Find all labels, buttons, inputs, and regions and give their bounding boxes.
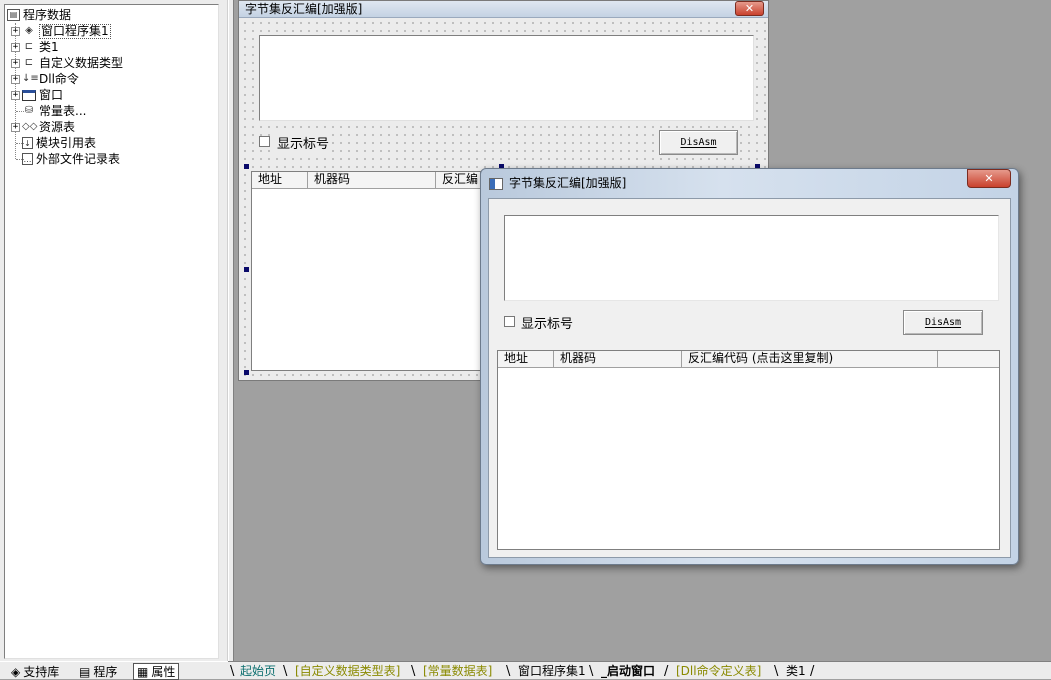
design-disasm-button[interactable]: DisAsm: [659, 130, 738, 155]
library-icon: ◈: [11, 664, 21, 679]
class-icon: ⊏: [24, 41, 34, 52]
tab-separator: \: [589, 664, 594, 679]
left-panel: ▤ 程序数据 + ◈ 窗口程序集1 + ⊏ 类1 + ⊏ 自定义数据类型 + ↓…: [0, 0, 228, 661]
design-show-labels-checkbox[interactable]: [259, 136, 270, 147]
document-tabs: \ 起始页 \ [自定义数据类型表] \ [常量数据表] \ 窗口程序集1 \ …: [228, 661, 1051, 679]
tree-item-label: Dll命令: [39, 72, 79, 86]
doc-tab-startup-window[interactable]: _启动窗口: [601, 663, 655, 680]
list-header: 地址 机器码 反汇编代码 (点击这里复制): [498, 351, 999, 368]
column-header-machine-code[interactable]: 机器码: [554, 351, 682, 367]
tab-separator: /: [810, 664, 815, 679]
tab-support-library[interactable]: ◈ 支持库: [8, 663, 62, 680]
design-checkbox-label: 显示标号: [276, 133, 331, 152]
doc-tab-assembly[interactable]: 窗口程序集1: [518, 663, 586, 680]
constants-icon: ⛁: [24, 105, 34, 116]
panel-splitter[interactable]: [228, 0, 234, 661]
close-button[interactable]: ✕: [735, 1, 764, 16]
external-file-icon: …: [22, 153, 33, 165]
tree-item-datatype[interactable]: + ⊏ 自定义数据类型: [11, 55, 123, 71]
tree-item-label: 常量表...: [39, 104, 87, 118]
disasm-listview[interactable]: 地址 机器码 反汇编代码 (点击这里复制): [497, 350, 1000, 550]
tree-item-resources[interactable]: + ◇◇ 资源表: [11, 119, 75, 135]
resize-handle[interactable]: [244, 164, 249, 169]
window-title: 字节集反汇编[加强版]: [509, 176, 627, 190]
design-form-titlebar[interactable]: 字节集反汇编[加强版] ✕: [239, 1, 768, 18]
preview-window[interactable]: 字节集反汇编[加强版] ✕ 显示标号 DisAsm 地址 机器码 反汇编代码 (…: [480, 168, 1019, 565]
window-client: 显示标号 DisAsm 地址 机器码 反汇编代码 (点击这里复制): [488, 198, 1011, 558]
column-header[interactable]: 地址: [252, 172, 308, 188]
tree-item-label: 自定义数据类型: [39, 56, 124, 70]
tree-item-external-file[interactable]: … 外部文件记录表: [22, 151, 120, 167]
tree-item-label: 窗口程序集1: [39, 23, 111, 39]
assembly-icon: ◈: [25, 25, 33, 36]
doc-tab-class1[interactable]: 类1: [786, 663, 806, 680]
properties-icon: ▦: [137, 664, 149, 679]
datatype-icon: ⊏: [24, 57, 34, 68]
expand-icon[interactable]: +: [11, 42, 20, 52]
resources-icon: ◇◇: [22, 121, 38, 132]
column-header-extra[interactable]: [938, 351, 999, 367]
column-header[interactable]: 机器码: [308, 172, 436, 188]
tree-item-dll[interactable]: + ↓≡ Dll命令: [11, 71, 79, 87]
tab-separator: \: [506, 664, 511, 679]
tree-item-label: 外部文件记录表: [36, 152, 121, 166]
tree-item-label: 资源表: [39, 120, 76, 134]
column-header-disasm[interactable]: 反汇编代码 (点击这里复制): [682, 351, 938, 367]
checkbox-label: 显示标号: [521, 317, 574, 332]
tree-item-window[interactable]: + 窗口: [11, 87, 63, 103]
tree-root[interactable]: ▤ 程序数据: [7, 7, 71, 23]
close-icon: ✕: [744, 2, 755, 15]
tab-properties[interactable]: ▦ 属性: [133, 663, 180, 680]
expand-icon[interactable]: +: [11, 90, 20, 100]
doc-tab-start-page[interactable]: 起始页: [240, 663, 276, 680]
tree-item-constants[interactable]: ⛁ 常量表...: [22, 103, 87, 119]
tab-label: 属性: [151, 664, 176, 679]
design-text-box[interactable]: [259, 35, 754, 121]
column-header[interactable]: 反汇编: [436, 172, 480, 188]
tree-item-label: 窗口: [39, 88, 64, 102]
tree-item-module-ref[interactable]: ↓ 模块引用表: [22, 135, 96, 151]
module-ref-icon: ↓: [22, 137, 33, 149]
tab-separator: \: [230, 664, 235, 679]
close-icon: ✕: [984, 172, 994, 185]
doc-tab-constants[interactable]: [常量数据表]: [423, 663, 492, 680]
window-close-button[interactable]: ✕: [967, 169, 1011, 188]
tree-root-label: 程序数据: [23, 8, 72, 22]
dll-command-icon: ↓≡: [22, 73, 39, 84]
program-data-icon: ▤: [7, 9, 20, 21]
tree-item-label: 类1: [39, 40, 59, 54]
resize-handle[interactable]: [244, 267, 249, 272]
button-label: DisAsm: [680, 137, 717, 148]
output-text-box[interactable]: [504, 215, 999, 301]
design-list-header: 地址 机器码 反汇编: [252, 172, 480, 189]
disasm-button[interactable]: DisAsm: [903, 310, 983, 335]
tab-label: 支持库: [23, 664, 60, 679]
doc-tab-dll-commands[interactable]: [Dll命令定义表]: [676, 663, 761, 680]
column-header-address[interactable]: 地址: [498, 351, 554, 367]
tab-separator: \: [283, 664, 288, 679]
tab-separator: \: [411, 664, 416, 679]
tab-separator: \: [774, 664, 779, 679]
tab-label: 程序: [93, 664, 118, 679]
expand-icon[interactable]: +: [11, 122, 20, 132]
design-listview[interactable]: 地址 机器码 反汇编: [251, 171, 481, 371]
show-labels-checkbox[interactable]: [504, 316, 515, 327]
expand-icon[interactable]: +: [11, 26, 20, 36]
resize-handle[interactable]: [244, 370, 249, 375]
expand-icon[interactable]: +: [11, 58, 20, 68]
button-label: DisAsm: [924, 317, 962, 328]
expand-icon[interactable]: +: [11, 74, 20, 84]
program-icon: ▤: [79, 664, 91, 679]
window-app-icon: [489, 178, 503, 190]
tree-item-assembly[interactable]: + ◈ 窗口程序集1: [11, 23, 111, 39]
program-tree[interactable]: ▤ 程序数据 + ◈ 窗口程序集1 + ⊏ 类1 + ⊏ 自定义数据类型 + ↓…: [4, 4, 219, 659]
tree-item-label: 模块引用表: [36, 136, 97, 150]
window-icon: [22, 89, 36, 101]
tab-separator: /: [664, 664, 669, 679]
tab-program[interactable]: ▤ 程序: [76, 663, 120, 680]
left-panel-tabs: ◈ 支持库 ▤ 程序 ▦ 属性: [0, 661, 228, 680]
doc-tab-custom-types[interactable]: [自定义数据类型表]: [295, 663, 400, 680]
tree-item-class[interactable]: + ⊏ 类1: [11, 39, 59, 55]
design-form-title: 字节集反汇编[加强版]: [245, 2, 363, 16]
